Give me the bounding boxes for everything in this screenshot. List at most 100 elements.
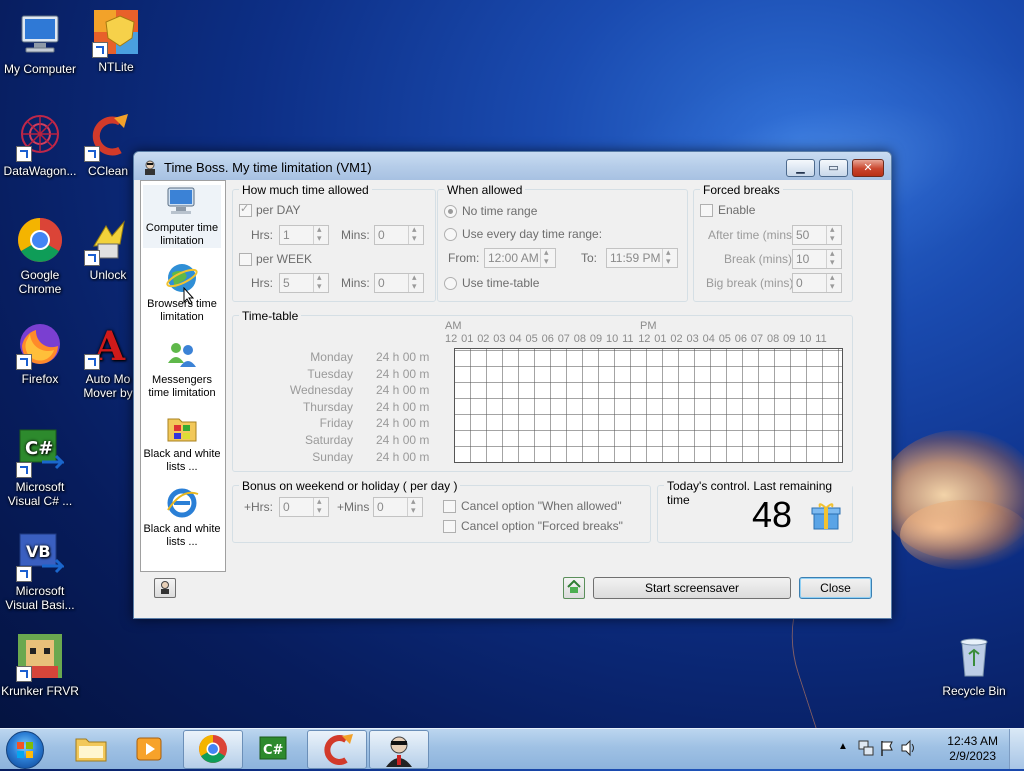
bonus-hrs-label: +Hrs: <box>244 500 274 514</box>
hour-label: 12 <box>445 333 458 345</box>
taskbar-explorer[interactable] <box>62 730 120 767</box>
window-titlebar[interactable]: Time Boss. My time limitation (VM1) ▁ ▭ … <box>134 152 891 180</box>
use-timetable-radio[interactable] <box>444 277 457 290</box>
day-label: Friday <box>319 416 353 431</box>
desktop-icon-firefox[interactable]: Firefox <box>0 320 80 386</box>
enable-breaks-checkbox[interactable] <box>700 204 713 217</box>
desktop-icon-datawagon[interactable]: DataWagon... <box>0 112 80 178</box>
spinner-arrows[interactable] <box>408 272 423 292</box>
close-window-button[interactable]: ✕ <box>852 159 884 177</box>
about-button[interactable] <box>154 578 176 598</box>
to-label: To: <box>581 251 598 265</box>
desktop-icon-recycle-bin[interactable]: Recycle Bin <box>934 632 1014 698</box>
taskbar-chrome[interactable] <box>183 730 243 769</box>
maximize-icon: ▭ <box>828 162 839 174</box>
minimize-button[interactable]: ▁ <box>786 159 815 177</box>
big-break-spinner[interactable]: 0 <box>792 272 842 293</box>
visual-csharp-icon: C# <box>16 428 66 478</box>
day-label: Sunday <box>312 449 353 464</box>
spinner-arrows[interactable] <box>826 248 841 268</box>
clock[interactable]: 12:43 AM 2/9/2023 <box>947 734 998 764</box>
desktop-icon-label: CClean <box>87 164 129 178</box>
close-icon: ✕ <box>863 162 873 174</box>
sidebar: Computer time limitation Browsers time l… <box>140 180 226 572</box>
firefox-icon <box>16 320 64 370</box>
week-mins-label: Mins: <box>341 276 370 290</box>
sidebar-item-sites-lists[interactable]: Black and white lists ... <box>143 486 221 549</box>
spinner-arrows[interactable] <box>540 247 555 267</box>
sidebar-item-computer[interactable]: Computer time limitation <box>143 185 221 248</box>
taskbar-timeboss[interactable] <box>369 730 429 769</box>
desktop-icon-ntlite[interactable]: NTLite <box>76 8 156 74</box>
desktop-icon-my-computer[interactable]: My Computer <box>0 10 80 76</box>
volume-icon[interactable] <box>900 739 918 760</box>
sidebar-item-apps-lists[interactable]: Black and white lists ... <box>143 411 221 474</box>
desktop-icon-visual-csharp[interactable]: C# Microsoft Visual C# ... <box>0 428 80 508</box>
spinner-arrows[interactable] <box>313 224 328 244</box>
to-time-spinner[interactable]: 11:59 PM <box>606 247 678 268</box>
maximize-button[interactable]: ▭ <box>819 159 848 177</box>
spinner-arrows[interactable] <box>408 224 423 244</box>
desktop-icon-ccleaner[interactable]: CClean <box>76 112 140 178</box>
desktop-icon-chrome[interactable]: Google Chrome <box>0 216 80 296</box>
spinner-arrows[interactable] <box>407 496 422 516</box>
taskbar-ccleaner[interactable] <box>307 730 367 769</box>
cancel-when-allowed-label: Cancel option "When allowed" <box>461 499 622 513</box>
timetable-grid[interactable] <box>454 348 843 463</box>
day-mins-spinner[interactable]: 0 <box>374 224 424 245</box>
per-week-label: per WEEK <box>256 252 313 266</box>
spinner-arrows[interactable] <box>826 272 841 292</box>
hour-label: 06 <box>734 333 748 345</box>
home-button[interactable] <box>563 577 585 599</box>
no-time-range-radio[interactable] <box>444 205 457 218</box>
desktop-icon-auto-mouse-mover[interactable]: A Auto Mo Mover by <box>76 320 140 400</box>
sidebar-item-messengers[interactable]: Messengers time limitation <box>143 337 221 400</box>
per-day-checkbox[interactable] <box>239 202 252 217</box>
spinner-arrows[interactable] <box>662 247 677 267</box>
spinner-arrows[interactable] <box>313 496 328 516</box>
cancel-when-allowed-checkbox[interactable] <box>443 500 456 513</box>
desktop-icon-visual-basic[interactable]: VB Microsoft Visual Basi... <box>0 532 80 612</box>
after-time-spinner[interactable]: 50 <box>792 224 842 245</box>
media-player-icon <box>136 737 162 761</box>
start-button[interactable] <box>6 731 44 769</box>
network-icon[interactable] <box>858 739 874 760</box>
week-mins-spinner[interactable]: 0 <box>374 272 424 293</box>
break-spinner[interactable]: 10 <box>792 248 842 269</box>
ntlite-icon <box>92 8 140 58</box>
remaining-time-value: 48 <box>752 494 793 535</box>
show-desktop-button[interactable] <box>1009 729 1024 769</box>
show-hidden-icons-button[interactable]: ▲ <box>838 741 848 752</box>
hour-label: 10 <box>606 333 619 345</box>
spinner-arrows[interactable] <box>826 224 841 244</box>
week-hrs-spinner[interactable]: 5 <box>279 272 329 293</box>
day-total: 24 h 00 m <box>376 350 430 364</box>
per-week-checkbox[interactable] <box>239 253 252 266</box>
break-label: Break (mins): <box>724 252 796 266</box>
taskbar-media-player[interactable] <box>122 730 180 767</box>
bonus-hrs-spinner[interactable]: 0 <box>279 496 329 517</box>
cancel-forced-breaks-checkbox[interactable] <box>443 520 456 533</box>
desktop-icon-unlocker[interactable]: Unlock <box>76 216 140 282</box>
hour-label: 08 <box>767 333 780 345</box>
every-day-range-radio[interactable] <box>444 228 457 241</box>
start-screensaver-button[interactable]: Start screensaver <box>593 577 791 599</box>
group-today-control: Today's control. Last remaining time 48 <box>657 479 853 543</box>
no-time-range-label: No time range <box>462 204 538 218</box>
hour-label: 04 <box>509 333 522 345</box>
hour-label: 10 <box>799 333 812 345</box>
chrome-icon <box>199 735 227 763</box>
action-center-flag-icon[interactable] <box>879 739 895 760</box>
close-button[interactable]: Close <box>799 577 872 599</box>
hour-label: 01 <box>461 333 474 345</box>
day-hrs-spinner[interactable]: 1 <box>279 224 329 245</box>
sidebar-item-browsers[interactable]: Browsers time limitation <box>143 261 221 324</box>
desktop-icon-krunker[interactable]: Krunker FRVR <box>0 632 80 698</box>
spinner-arrows[interactable] <box>313 272 328 292</box>
taskbar-visual-studio[interactable]: C# <box>245 730 303 767</box>
bonus-mins-spinner[interactable]: 0 <box>373 496 423 517</box>
datawagon-icon <box>16 112 64 162</box>
hour-label: 07 <box>557 333 570 345</box>
to-time-value: 11:59 PM <box>610 251 661 265</box>
from-time-spinner[interactable]: 12:00 AM <box>484 247 556 268</box>
